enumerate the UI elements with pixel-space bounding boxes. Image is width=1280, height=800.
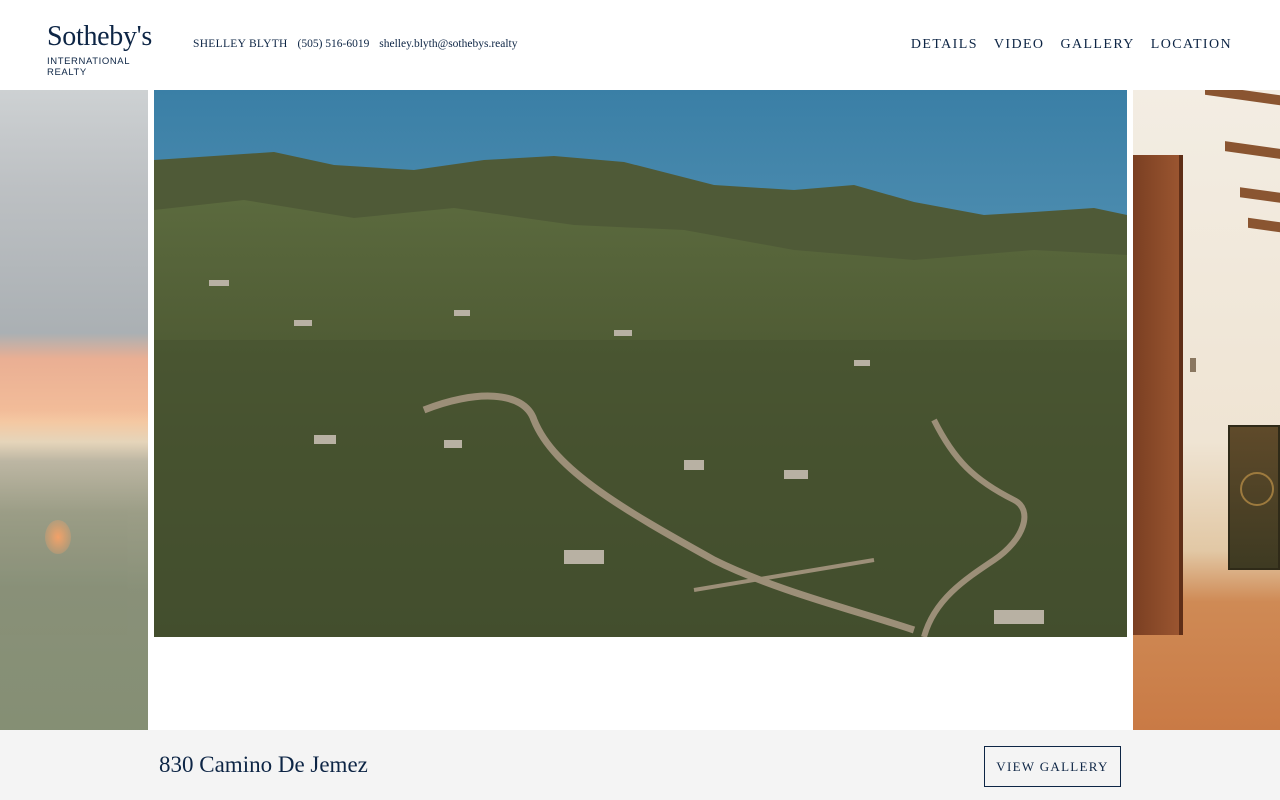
aerial-landscape-photo[interactable]	[154, 90, 1127, 637]
carved-cabinet	[1228, 425, 1280, 570]
sothebys-logo[interactable]: Sotheby's INTERNATIONAL REALTY	[47, 21, 167, 79]
agent-contact: SHELLEY BLYTH (505) 516-6019 shelley.bly…	[193, 38, 525, 50]
listing-bar: 830 Camino De Jemez VIEW GALLERY	[0, 730, 1280, 800]
wall-sconce	[1190, 358, 1196, 372]
view-gallery-button[interactable]: VIEW GALLERY	[984, 746, 1121, 787]
previous-slide-sunset-photo[interactable]	[0, 90, 148, 730]
interior-door	[1133, 155, 1183, 635]
agent-email[interactable]: shelley.blyth@sothebys.realty	[379, 38, 517, 50]
nav-video[interactable]: VIDEO	[994, 37, 1045, 53]
listing-address: 830 Camino De Jemez	[159, 752, 368, 777]
aerial-photo-art	[154, 90, 1127, 637]
nav-details[interactable]: DETAILS	[911, 37, 978, 53]
nav-location[interactable]: LOCATION	[1151, 37, 1232, 53]
site-header: Sotheby's INTERNATIONAL REALTY SHELLEY B…	[0, 0, 1280, 90]
agent-phone[interactable]: (505) 516-6019	[298, 38, 370, 50]
logo-wordmark: Sotheby's	[47, 21, 153, 52]
nav-gallery[interactable]: GALLERY	[1060, 37, 1134, 53]
main-nav: DETAILS VIDEO GALLERY LOCATION	[911, 37, 1232, 53]
agent-name: SHELLEY BLYTH	[193, 38, 288, 50]
photo-carousel[interactable]	[0, 90, 1280, 730]
logo-subtitle: INTERNATIONAL REALTY	[47, 56, 130, 78]
